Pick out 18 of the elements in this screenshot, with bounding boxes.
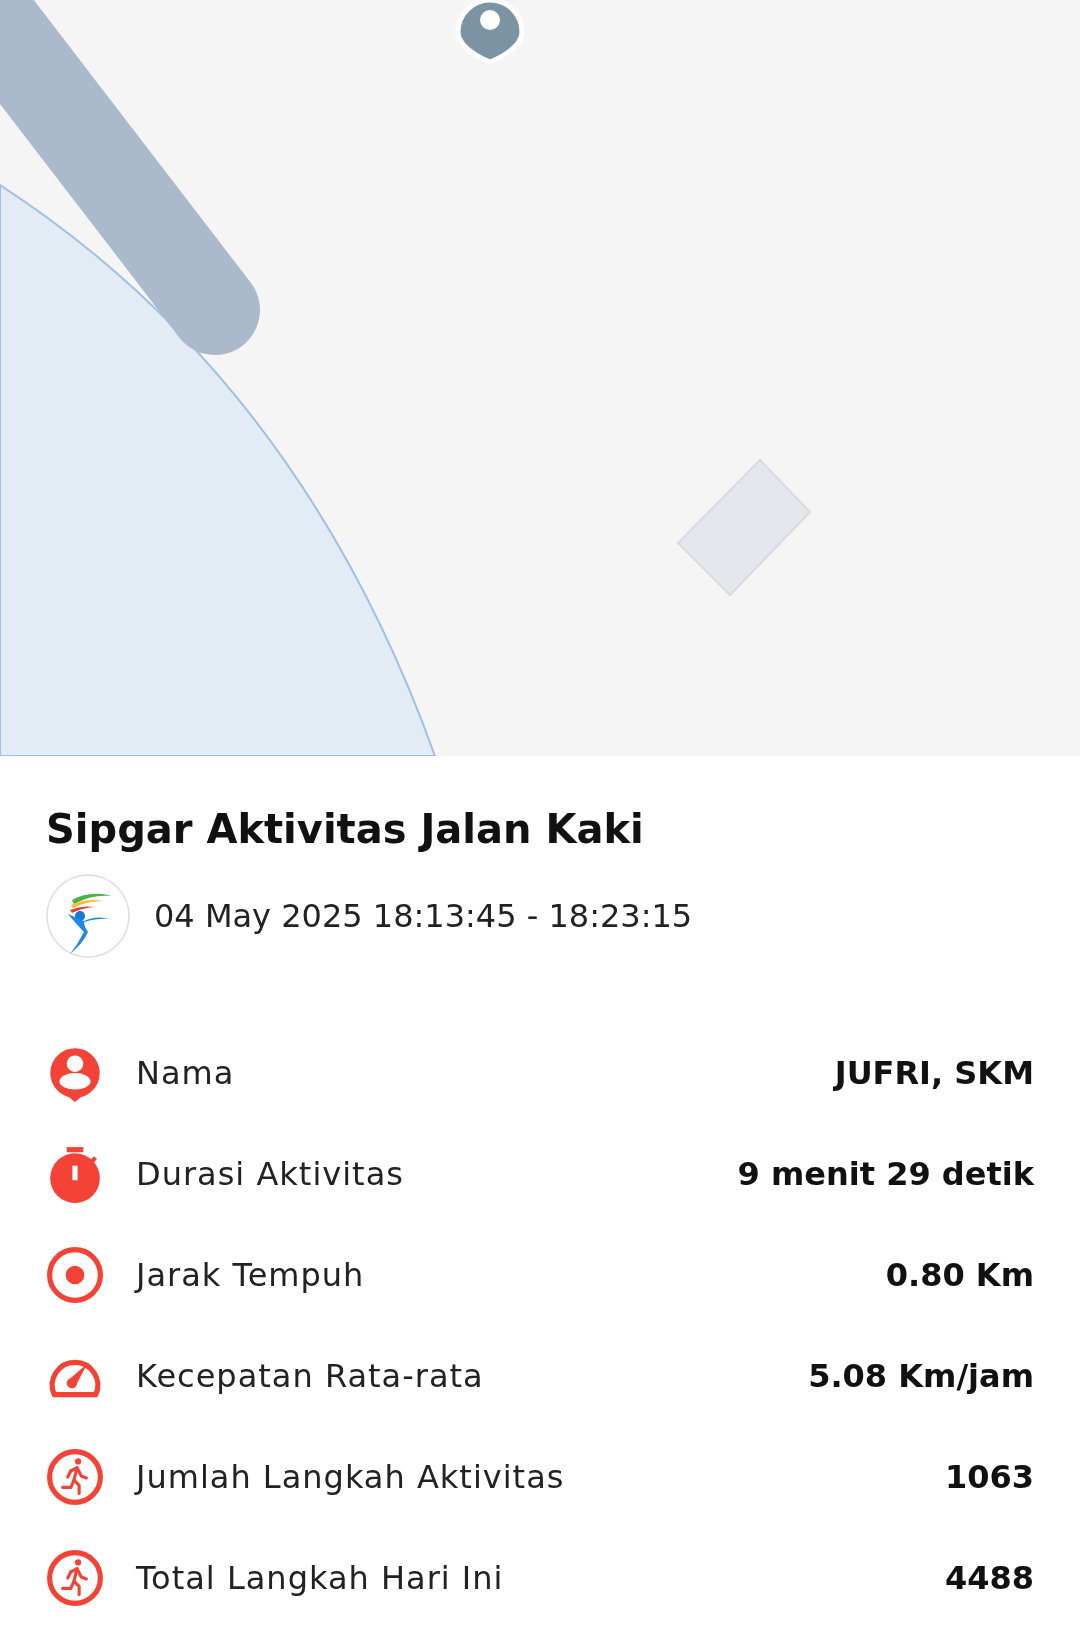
runner-icon — [46, 1548, 104, 1607]
stat-value: JUFRI, SKM — [834, 1053, 1034, 1092]
stat-value: 4488 — [944, 1558, 1034, 1597]
date-range: 04 May 2025 18:13:45 - 18:23:15 — [154, 897, 693, 935]
stat-label: Kecepatan Rata-rata — [136, 1356, 485, 1395]
logo-icon — [46, 874, 130, 958]
stat-value: 0.80 Km — [885, 1255, 1034, 1294]
stat-value: 1063 — [944, 1457, 1034, 1496]
runner-icon — [46, 1447, 104, 1506]
activity-title: Sipgar Aktivitas Jalan Kaki — [46, 806, 645, 852]
stat-value: 5.08 Km/jam — [808, 1356, 1034, 1395]
stat-label: Jarak Tempuh — [136, 1255, 366, 1294]
stat-label: Durasi Aktivitas — [136, 1154, 405, 1193]
stat-value: 9 menit 29 detik — [737, 1154, 1034, 1193]
stat-label: Nama — [136, 1053, 236, 1092]
stat-label: Jumlah Langkah Aktivitas — [136, 1457, 566, 1496]
target-icon — [46, 1245, 104, 1304]
stat-label: Total Langkah Hari Ini — [136, 1558, 505, 1597]
